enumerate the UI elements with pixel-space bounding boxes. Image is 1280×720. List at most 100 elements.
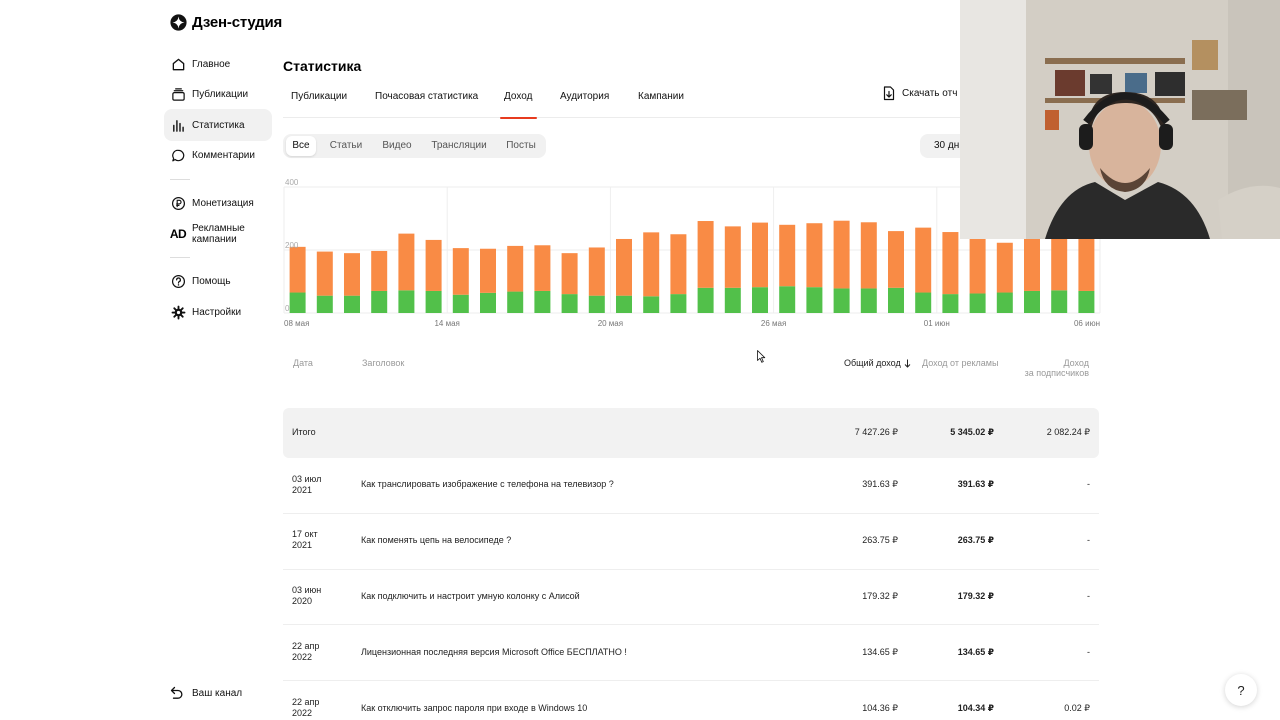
row-total-income: 391.63 ₽ — [862, 479, 898, 489]
table-row[interactable]: 03 июн 2020 Как подключить и настроит ум… — [283, 569, 1099, 625]
row-total-income: 263.75 ₽ — [862, 535, 898, 545]
filter-broadcasts[interactable]: Трансляции — [427, 136, 491, 156]
help-chat-button[interactable]: ? — [1225, 674, 1257, 706]
row-total-income: 179.32 ₽ — [862, 591, 898, 601]
chart-bar-subscriptions — [915, 292, 932, 313]
tab-income[interactable]: Доход — [499, 86, 538, 119]
column-header-date[interactable]: Дата — [293, 358, 313, 368]
ad-icon: AD — [169, 227, 187, 241]
sidebar-item-publications[interactable]: Публикации — [164, 78, 272, 110]
sidebar-item-statistics[interactable]: Статистика — [164, 109, 272, 141]
your-channel-label: Ваш канал — [192, 687, 243, 699]
row-title-link[interactable]: Как отключить запрос пароля при входе в … — [361, 703, 587, 714]
chart-y-tick-label: 0 — [285, 304, 290, 313]
chart-bar-subscriptions — [534, 290, 551, 313]
sidebar-item-ad-campaigns[interactable]: AD Рекламные кампании — [164, 218, 272, 250]
row-subscription-income: - — [1087, 591, 1090, 601]
chart-bar-subscriptions — [860, 288, 877, 313]
chart-bar-ads — [398, 233, 415, 291]
table-row[interactable]: 22 апр 2022 Как отключить запрос пароля … — [283, 681, 1099, 720]
tab-hourly-stats[interactable]: Почасовая статистика — [375, 86, 478, 118]
chart-x-tick-label: 06 июн — [1074, 319, 1100, 328]
column-header-total-income[interactable]: Общий доход — [844, 358, 911, 368]
sidebar-item-help[interactable]: Помощь — [164, 265, 272, 297]
download-icon — [883, 85, 895, 100]
chart-bar-ads — [480, 248, 496, 293]
chart-bar-ads — [724, 226, 741, 288]
row-ad-income: 134.65 ₽ — [957, 647, 994, 657]
filter-posts[interactable]: Посты — [499, 136, 543, 156]
chart-bar-ads — [915, 227, 932, 293]
page-title: Статистика — [283, 58, 362, 74]
chart-bar-subscriptions — [371, 290, 388, 313]
chart-bar-ads — [969, 237, 986, 294]
chart-bar-ads — [670, 234, 687, 295]
chart-y-tick-label: 400 — [285, 178, 299, 187]
row-date: 03 июн 2020 — [292, 585, 322, 606]
sidebar-item-label: Публикации — [192, 88, 249, 100]
row-date: 17 окт 2021 — [292, 529, 318, 550]
chart-bar-ads — [507, 245, 524, 292]
chart-bar-subscriptions — [643, 296, 660, 313]
chart-bar-ads — [860, 222, 877, 289]
chart-bar-subscriptions — [425, 290, 442, 313]
tab-campaigns[interactable]: Кампании — [638, 86, 684, 118]
filter-videos[interactable]: Видео — [375, 136, 419, 156]
row-subscription-income: - — [1087, 535, 1090, 545]
column-header-subs-line2: за подписчиков — [1024, 368, 1089, 378]
chart-x-tick-label: 20 мая — [598, 319, 623, 328]
download-report-label: Скачать отч — [902, 87, 958, 99]
chart-bar-ads — [425, 239, 442, 291]
sort-desc-icon — [904, 359, 911, 368]
chart-bar-subscriptions — [480, 292, 496, 313]
chart-bar-subscriptions — [1051, 290, 1068, 313]
sidebar-item-monetization[interactable]: Монетизация — [164, 187, 272, 219]
column-header-title[interactable]: Заголовок — [362, 358, 404, 368]
tab-audience[interactable]: Аудитория — [560, 86, 609, 118]
filter-all[interactable]: Все — [286, 136, 316, 156]
your-channel-link[interactable]: Ваш канал — [170, 684, 242, 702]
table-row[interactable]: 22 апр 2022 Лицензионная последняя верси… — [283, 625, 1099, 681]
chart-bar-subscriptions — [670, 294, 687, 313]
sidebar-item-home[interactable]: Главное — [164, 48, 272, 80]
tab-publications[interactable]: Публикации — [291, 86, 347, 118]
sidebar-item-comments[interactable]: Комментарии — [164, 139, 272, 171]
filter-articles[interactable]: Статьи — [324, 136, 368, 156]
sidebar-divider — [170, 257, 190, 258]
webcam-overlay — [960, 0, 1280, 239]
row-date: 03 июл 2021 — [292, 474, 322, 495]
chart-bar-ads — [561, 253, 578, 295]
chart-bar-ads — [344, 253, 360, 296]
sidebar-item-label: Помощь — [192, 275, 231, 287]
chart-bar-subscriptions — [888, 287, 904, 313]
table-row[interactable]: 17 окт 2021 Как поменять цепь на велосип… — [283, 514, 1099, 570]
total-income-value: 7 427.26 ₽ — [854, 427, 898, 437]
row-ad-income: 104.34 ₽ — [957, 703, 994, 713]
row-subscription-income: - — [1087, 647, 1090, 657]
total-label: Итого — [292, 427, 316, 437]
chart-bar-subscriptions — [616, 295, 632, 313]
chart-bar-subscriptions — [398, 290, 415, 313]
download-report-button[interactable]: Скачать отч — [883, 84, 957, 102]
row-title-link[interactable]: Как транслировать изображение с телефона… — [361, 479, 614, 490]
chart-bar-subscriptions — [996, 292, 1013, 313]
row-date: 22 апр 2022 — [292, 697, 320, 718]
table-row[interactable]: 03 июл 2021 Как транслировать изображени… — [283, 458, 1099, 514]
column-header-ad-income[interactable]: Доход от рекламы — [922, 358, 998, 368]
chart-bar-subscriptions — [316, 295, 333, 313]
ruble-icon — [170, 195, 186, 211]
app-logo[interactable]: Дзен-студия — [170, 12, 282, 32]
gear-icon — [170, 304, 186, 320]
row-title-link[interactable]: Как поменять цепь на велосипеде ? — [361, 535, 511, 546]
row-title-link[interactable]: Лицензионная последняя версия Microsoft … — [361, 647, 627, 658]
sidebar-item-label: Монетизация — [192, 197, 254, 209]
sidebar-item-settings[interactable]: Настройки — [164, 296, 272, 328]
sidebar-item-label: Главное — [192, 58, 231, 70]
chart-bar-ads — [806, 223, 823, 288]
chart-bar-ads — [371, 250, 388, 291]
zen-logo-icon — [170, 13, 187, 31]
chart-bar-subscriptions — [969, 293, 986, 313]
column-header-subscription-income[interactable]: Доход за подписчиков — [1025, 358, 1089, 378]
row-title-link[interactable]: Как подключить и настроит умную колонку … — [361, 591, 580, 602]
column-header-subs-line1: Доход — [1063, 358, 1089, 368]
